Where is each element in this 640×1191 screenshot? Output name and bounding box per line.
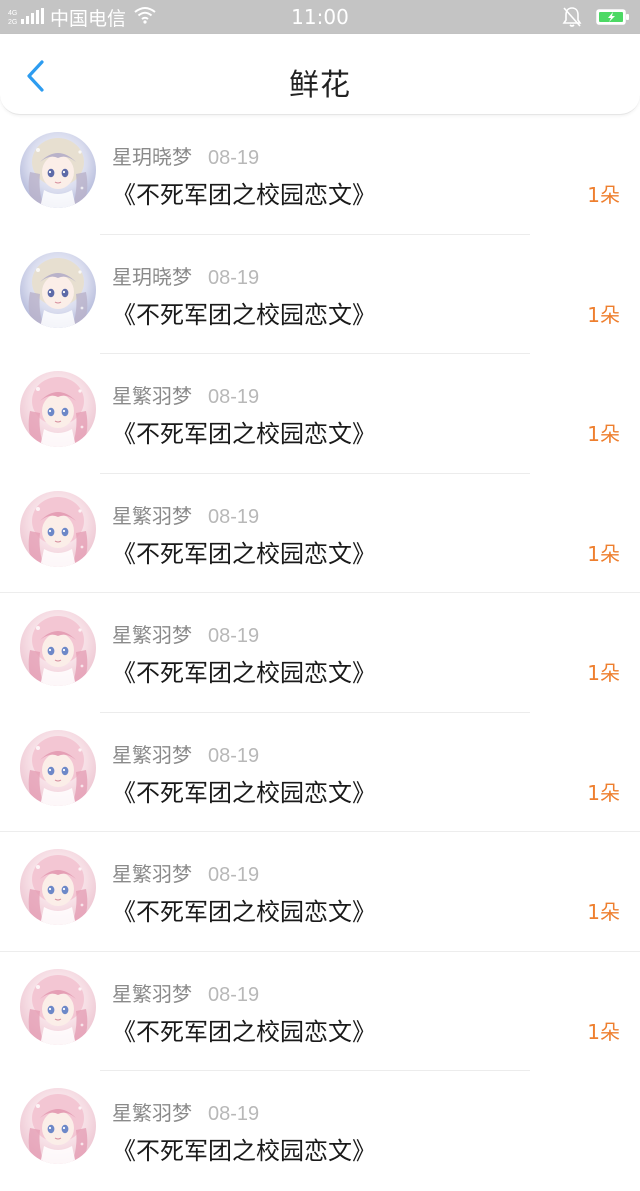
list-item[interactable]: 星繁羽梦 08-19 《不死军团之校园恋文》 1朵 [0,832,640,952]
date-label: 08-19 [208,864,260,886]
username[interactable]: 星玥晓梦 [112,261,192,290]
book-title[interactable]: 《不死军团之校园恋文》 [112,295,376,330]
user-avatar[interactable] [20,490,96,567]
date-label: 08-19 [208,744,260,767]
username[interactable]: 星繁羽梦 [112,1097,192,1126]
flower-count: 1朵 [587,1019,620,1044]
list-item[interactable]: 星繁羽梦 08-19 《不死军团之校园恋文》 1朵 [0,713,640,832]
date-label: 08-19 [208,625,260,647]
avatar-image [20,371,96,447]
avatar-image [20,610,96,686]
header-bar: 鲜花 [0,34,640,115]
user-avatar[interactable] [20,251,96,328]
flower-count: 1朵 [587,780,620,805]
date-label: 08-19 [208,147,260,169]
book-title[interactable]: 《不死军团之校园恋文》 [112,653,376,688]
date-label: 08-19 [208,386,260,408]
flower-count: 1朵 [587,183,620,207]
bell-muted-icon [562,6,582,32]
list-item[interactable]: 星繁羽梦 08-19 《不死军团之校园恋文》 1朵 [0,952,640,1071]
flower-list: 星玥晓梦 08-19 《不死军团之校园恋文》 1朵 星玥晓梦 08-19 《不死… [0,115,640,1191]
user-line: 星繁羽梦 08-19 [112,619,259,648]
user-avatar[interactable] [20,968,96,1045]
user-line: 星繁羽梦 08-19 [112,739,259,768]
user-avatar[interactable] [20,371,96,447]
book-title[interactable]: 《不死军团之校园恋文》 [112,892,376,927]
user-line: 星繁羽梦 08-19 [112,1097,259,1126]
battery-icon [596,8,630,30]
avatar-image [20,490,96,567]
date-label: 08-19 [208,1103,260,1125]
list-item[interactable]: 星繁羽梦 08-19 《不死军团之校园恋文》 1朵 [0,474,640,593]
user-line: 星玥晓梦 08-19 [112,261,259,290]
book-title[interactable]: 《不死军团之校园恋文》 [112,414,376,449]
list-item[interactable]: 星繁羽梦 08-19 《不死军团之校园恋文》 1朵 [0,593,640,713]
list-item[interactable]: 星繁羽梦 08-19 《不死军团之校园恋文》 1朵 [0,354,640,474]
user-line: 星繁羽梦 08-19 [112,500,259,529]
user-avatar[interactable] [20,729,96,806]
user-avatar[interactable] [20,132,96,208]
status-right [562,6,630,32]
username[interactable]: 星繁羽梦 [112,619,192,648]
page-title: 鲜花 [289,68,351,103]
date-label: 08-19 [208,983,260,1006]
avatar-image [20,1088,96,1164]
book-title[interactable]: 《不死军团之校园恋文》 [112,1012,376,1047]
username[interactable]: 星玥晓梦 [112,141,192,170]
avatar-image [20,968,96,1045]
flower-count: 1朵 [587,302,620,327]
user-line: 星繁羽梦 08-19 [112,858,259,887]
list-item[interactable]: 星玥晓梦 08-19 《不死军团之校园恋文》 1朵 [0,235,640,354]
book-title[interactable]: 《不死军团之校园恋文》 [112,534,376,569]
user-line: 星繁羽梦 08-19 [112,978,259,1007]
list-item[interactable]: 星玥晓梦 08-19 《不死军团之校园恋文》 1朵 [0,115,640,235]
username[interactable]: 星繁羽梦 [112,739,192,768]
user-avatar[interactable] [20,849,96,925]
avatar-image [20,251,96,328]
user-avatar[interactable] [20,1088,96,1164]
list-item[interactable]: 星繁羽梦 08-19 《不死军团之校园恋文》 [0,1071,640,1191]
avatar-image [20,729,96,806]
flower-count: 1朵 [587,541,620,566]
flower-count: 1朵 [587,422,620,446]
book-title[interactable]: 《不死军团之校园恋文》 [112,175,376,210]
status-bar: 4G 2G 中国电信 11:00 [0,0,640,34]
username[interactable]: 星繁羽梦 [112,858,192,887]
date-label: 08-19 [208,505,260,528]
username[interactable]: 星繁羽梦 [112,978,192,1007]
username[interactable]: 星繁羽梦 [112,380,192,409]
book-title[interactable]: 《不死军团之校园恋文》 [112,773,376,808]
avatar-image [20,849,96,925]
avatar-image [20,132,96,208]
flower-count: 1朵 [587,900,620,924]
user-line: 星繁羽梦 08-19 [112,380,259,409]
username[interactable]: 星繁羽梦 [112,500,192,529]
flower-count: 1朵 [587,661,620,685]
user-line: 星玥晓梦 08-19 [112,141,259,170]
user-avatar[interactable] [20,610,96,686]
status-time: 11:00 [291,5,349,29]
book-title[interactable]: 《不死军团之校园恋文》 [112,1131,376,1166]
date-label: 08-19 [208,266,260,289]
